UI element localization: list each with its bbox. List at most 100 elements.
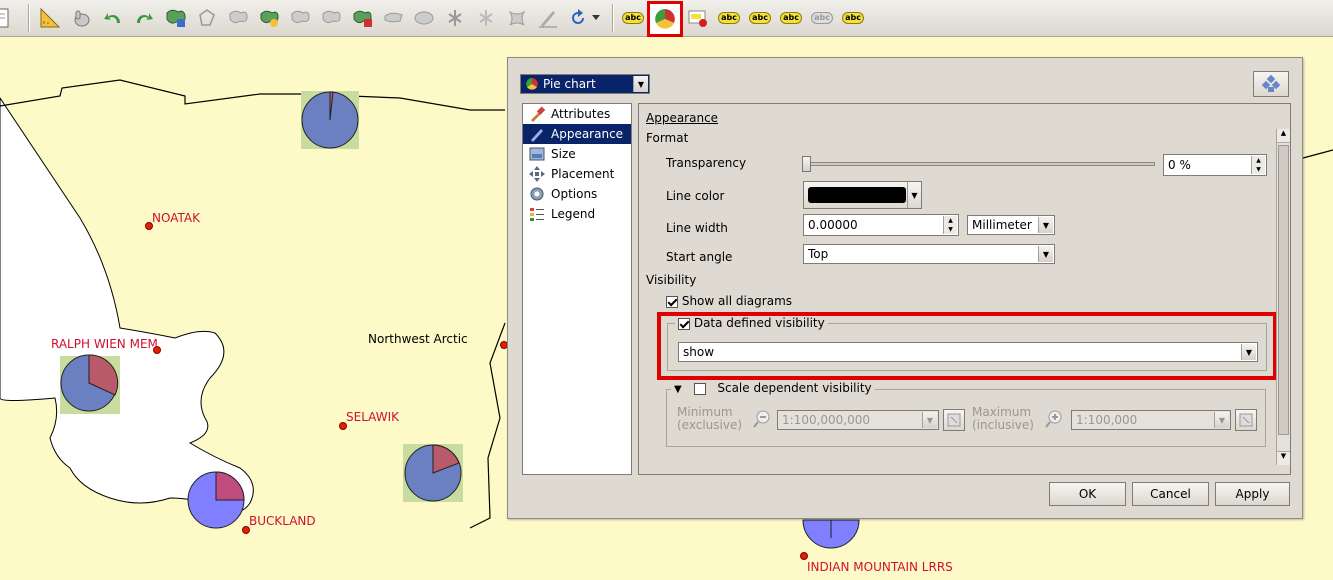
pie-chart-marker — [187, 471, 245, 529]
tool-icon[interactable] — [473, 5, 499, 31]
toolbar-separator — [612, 4, 614, 32]
settings-sidebar: Attributes Appearance Size Placement Opt… — [522, 103, 632, 475]
maximum-scale-select[interactable]: 1:100,000 ▼ — [1071, 410, 1231, 430]
tool-icon[interactable] — [287, 5, 313, 31]
data-defined-visibility-row: Data defined visibility — [675, 316, 828, 330]
label-tool-icon[interactable]: abc — [716, 5, 742, 31]
minimum-scale-select[interactable]: 1:100,000,000 ▼ — [777, 410, 939, 430]
tool-icon[interactable] — [256, 5, 282, 31]
redo-icon[interactable] — [131, 5, 157, 31]
panel-scrollbar[interactable]: ▲ ▼ — [1276, 129, 1290, 465]
appearance-header: Appearance — [646, 111, 719, 125]
map-label: INDIAN MOUNTAIN LRRS — [807, 560, 953, 574]
image-size-icon — [529, 146, 545, 162]
scale-dependent-visibility-checkbox[interactable] — [693, 382, 706, 395]
line-color-swatch — [808, 187, 906, 203]
slider-handle[interactable] — [802, 156, 811, 172]
zoom-out-icon — [753, 410, 770, 428]
options-gear-icon — [529, 186, 545, 202]
data-defined-visibility-select[interactable]: show ▼ — [678, 342, 1258, 362]
pie-diagram-icon — [526, 78, 538, 90]
sidebar-item-legend[interactable]: Legend — [523, 204, 631, 224]
chevron-down-icon: ▼ — [1038, 246, 1053, 262]
tool-icon[interactable] — [504, 5, 530, 31]
apply-button[interactable]: Apply — [1215, 482, 1290, 506]
label-tool-icon[interactable]: abc — [747, 5, 773, 31]
chevron-down-icon: ▼ — [907, 182, 921, 208]
ruler-icon[interactable] — [37, 5, 63, 31]
chevron-down-icon: ▼ — [1214, 412, 1229, 428]
collapse-triangle-icon[interactable]: ▼ — [674, 384, 682, 395]
map-label: RALPH WIEN MEM — [51, 337, 158, 351]
pie-chart-marker — [404, 444, 462, 502]
label-tool-icon[interactable] — [685, 5, 711, 31]
line-width-unit-select[interactable]: Millimeter ▼ — [967, 215, 1055, 235]
transparency-slider[interactable] — [802, 156, 1155, 172]
tool-icon[interactable] — [411, 5, 437, 31]
line-color-button[interactable]: ▼ — [803, 181, 922, 209]
scale-dependent-visibility-group: ▼ Scale dependent visibility Minimum (ex… — [666, 381, 1266, 447]
diagram-properties-dialog: Pie chart ▼ Attributes Appearance Size P… — [507, 57, 1303, 519]
scroll-down-icon[interactable]: ▼ — [1277, 451, 1290, 465]
minimum-current-scale-button[interactable] — [943, 409, 965, 431]
sidebar-item-placement[interactable]: Placement — [523, 164, 631, 184]
tool-icon[interactable] — [380, 5, 406, 31]
settings-button[interactable] — [1253, 71, 1289, 97]
spin-arrows-icon[interactable]: ▲ ▼ — [1251, 156, 1265, 174]
scroll-up-icon[interactable]: ▲ — [1277, 129, 1290, 143]
appearance-panel: Appearance Format Transparency 0 % ▲ ▼ Li… — [638, 103, 1291, 475]
chevron-down-icon: ▼ — [1038, 217, 1053, 233]
document-icon[interactable] — [0, 5, 14, 31]
pen-icon — [529, 126, 545, 142]
sidebar-item-attributes[interactable]: Attributes — [523, 104, 631, 124]
visibility-header: Visibility — [646, 273, 697, 287]
maximum-scale-label: Maximum (inclusive) — [972, 405, 1034, 432]
layer-tool-icon[interactable] — [163, 5, 189, 31]
tool-icon[interactable] — [225, 5, 251, 31]
maximum-current-scale-button[interactable] — [1235, 409, 1257, 431]
minimum-scale-label: Minimum (exclusive) — [677, 405, 743, 432]
tool-icon[interactable] — [349, 5, 375, 31]
tool-icon[interactable] — [535, 5, 561, 31]
chevron-down-icon: ▼ — [633, 76, 648, 92]
map-label: NOATAK — [152, 211, 200, 225]
renderer-select[interactable]: Pie chart ▼ — [520, 74, 650, 94]
sidebar-item-options[interactable]: Options — [523, 184, 631, 204]
scroll-thumb[interactable] — [1278, 145, 1289, 435]
data-defined-visibility-checkbox[interactable] — [678, 317, 690, 330]
undo-icon[interactable] — [100, 5, 126, 31]
map-label: SELAWIK — [346, 410, 399, 424]
start-angle-select[interactable]: Top ▼ — [803, 244, 1055, 264]
tool-icon[interactable] — [442, 5, 468, 31]
line-width-spinbox[interactable]: 0.00000 ▲ ▼ — [803, 214, 959, 236]
zoom-in-icon — [1045, 410, 1062, 428]
label-tool-icon[interactable]: abc — [840, 5, 866, 31]
sidebar-item-size[interactable]: Size — [523, 144, 631, 164]
cancel-button[interactable]: Cancel — [1132, 482, 1209, 506]
style-manager-icon — [1262, 75, 1280, 92]
tool-icon[interactable] — [318, 5, 344, 31]
show-all-diagrams-checkbox[interactable] — [666, 295, 678, 308]
label-abc-icon[interactable]: abc — [620, 5, 646, 31]
sidebar-item-appearance[interactable]: Appearance — [523, 124, 631, 144]
tool-icon[interactable] — [194, 5, 220, 31]
chevron-down-icon[interactable] — [590, 5, 602, 31]
pan-icon[interactable] — [68, 5, 94, 31]
main-toolbar: abc abc abc abc abc abc — [0, 0, 1333, 37]
pie-diagram-icon[interactable] — [647, 1, 683, 37]
legend-icon — [529, 206, 545, 222]
data-defined-visibility-group: Data defined visibility show ▼ — [667, 316, 1267, 371]
label-tool-icon[interactable]: abc — [809, 5, 835, 31]
paint-brush-icon — [529, 106, 546, 122]
spin-arrows-icon[interactable]: ▲ ▼ — [943, 216, 957, 234]
label-tool-icon[interactable]: abc — [778, 5, 804, 31]
transparency-spinbox[interactable]: 0 % ▲ ▼ — [1163, 154, 1267, 176]
map-label: BUCKLAND — [249, 514, 316, 528]
pie-chart-marker — [60, 354, 119, 412]
line-color-label: Line color — [666, 189, 725, 203]
ok-button[interactable]: OK — [1049, 482, 1126, 506]
toolbar-separator — [28, 4, 30, 32]
refresh-icon[interactable] — [565, 5, 591, 31]
transparency-label: Transparency — [666, 156, 747, 170]
map-label-region: Northwest Arctic — [368, 332, 468, 346]
